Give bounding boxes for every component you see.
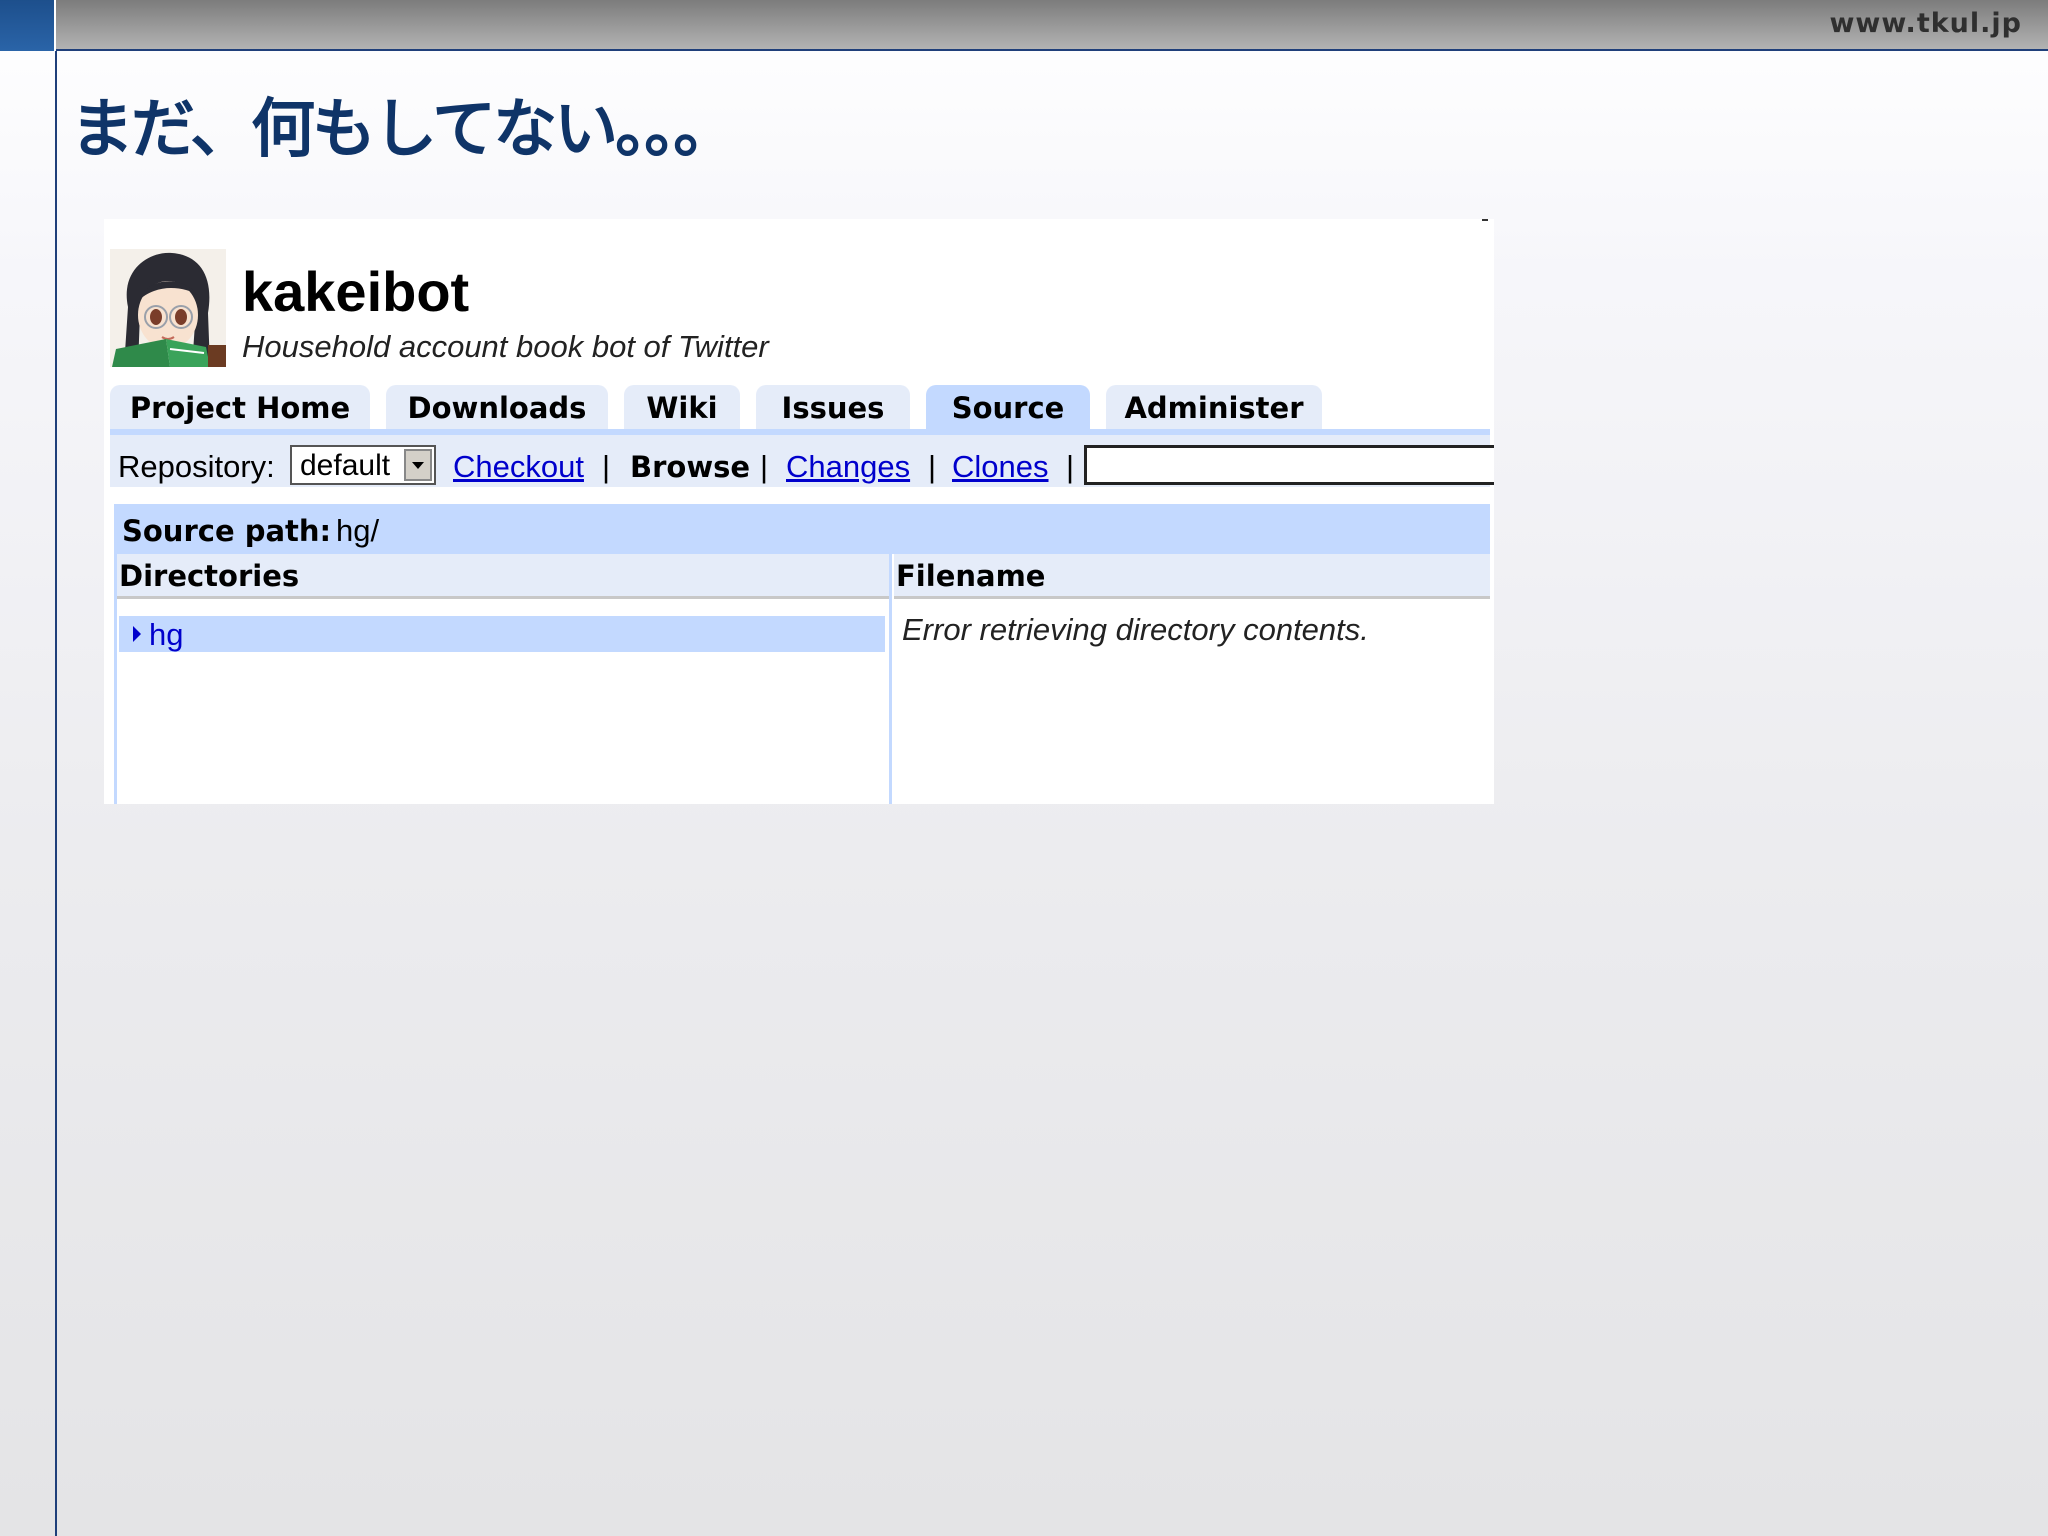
- repository-select[interactable]: default: [290, 445, 436, 485]
- project-summary: Household account book bot of Twitter: [242, 329, 769, 364]
- directory-name[interactable]: hg: [149, 617, 183, 653]
- tab-downloads[interactable]: Downloads: [386, 385, 608, 429]
- clones-link-wrap: Clones: [952, 449, 1049, 485]
- source-path-bar: Source path: hg/: [114, 504, 1490, 554]
- subnav-separator: |: [928, 449, 937, 484]
- slide-left-rule: [55, 51, 57, 1536]
- checkout-link-wrap: Checkout: [453, 449, 584, 485]
- tab-source[interactable]: Source: [926, 385, 1090, 429]
- files-pane: Filename Error retrieving directory cont…: [894, 554, 1490, 804]
- project-logo-icon: [110, 249, 226, 367]
- changes-link-wrap: Changes: [786, 449, 910, 485]
- subnav-separator: |: [602, 449, 611, 484]
- source-browser: Source path: hg/ Directories hg Filename…: [114, 504, 1490, 804]
- directory-item-hg[interactable]: hg: [119, 616, 885, 652]
- subnav-separator: |: [760, 449, 769, 484]
- source-search-input[interactable]: [1084, 445, 1494, 485]
- tab-project-home[interactable]: Project Home: [110, 385, 370, 429]
- slide-corner-block: [0, 0, 56, 51]
- screenshot-edge-mark: [1482, 219, 1488, 221]
- repository-select-value: default: [300, 449, 391, 482]
- directories-pane: Directories hg: [114, 554, 892, 804]
- repository-label: Repository:: [118, 449, 275, 484]
- slide-header-bar: www.tkul.jp: [0, 0, 2048, 51]
- browse-current: Browse: [630, 450, 751, 484]
- source-subnav-body: Repository: default Checkout | Browse | …: [110, 429, 1494, 487]
- tab-issues[interactable]: Issues: [756, 385, 910, 429]
- subnav-separator: |: [1066, 449, 1075, 484]
- source-subnav: Repository: default Checkout | Browse | …: [110, 429, 1494, 490]
- project-name: kakeibot: [242, 260, 470, 323]
- triangle-right-icon[interactable]: [133, 626, 141, 642]
- chevron-down-icon[interactable]: [404, 449, 432, 481]
- changes-link[interactable]: Changes: [786, 449, 910, 484]
- project-page-screenshot: kakeibot Household account book bot of T…: [104, 219, 1494, 804]
- directory-error-message: Error retrieving directory contents.: [902, 612, 1369, 647]
- source-path-label: Source path:: [122, 514, 332, 548]
- tab-administer[interactable]: Administer: [1106, 385, 1322, 429]
- clones-link[interactable]: Clones: [952, 449, 1049, 484]
- source-path-value: hg/: [336, 513, 380, 548]
- tab-wiki[interactable]: Wiki: [624, 385, 740, 429]
- site-url: www.tkul.jp: [1829, 8, 2022, 39]
- directories-header: Directories: [117, 554, 889, 599]
- slide-title: まだ、何もしてない。。。: [70, 93, 737, 167]
- filename-header: Filename: [894, 554, 1490, 599]
- checkout-link[interactable]: Checkout: [453, 449, 584, 484]
